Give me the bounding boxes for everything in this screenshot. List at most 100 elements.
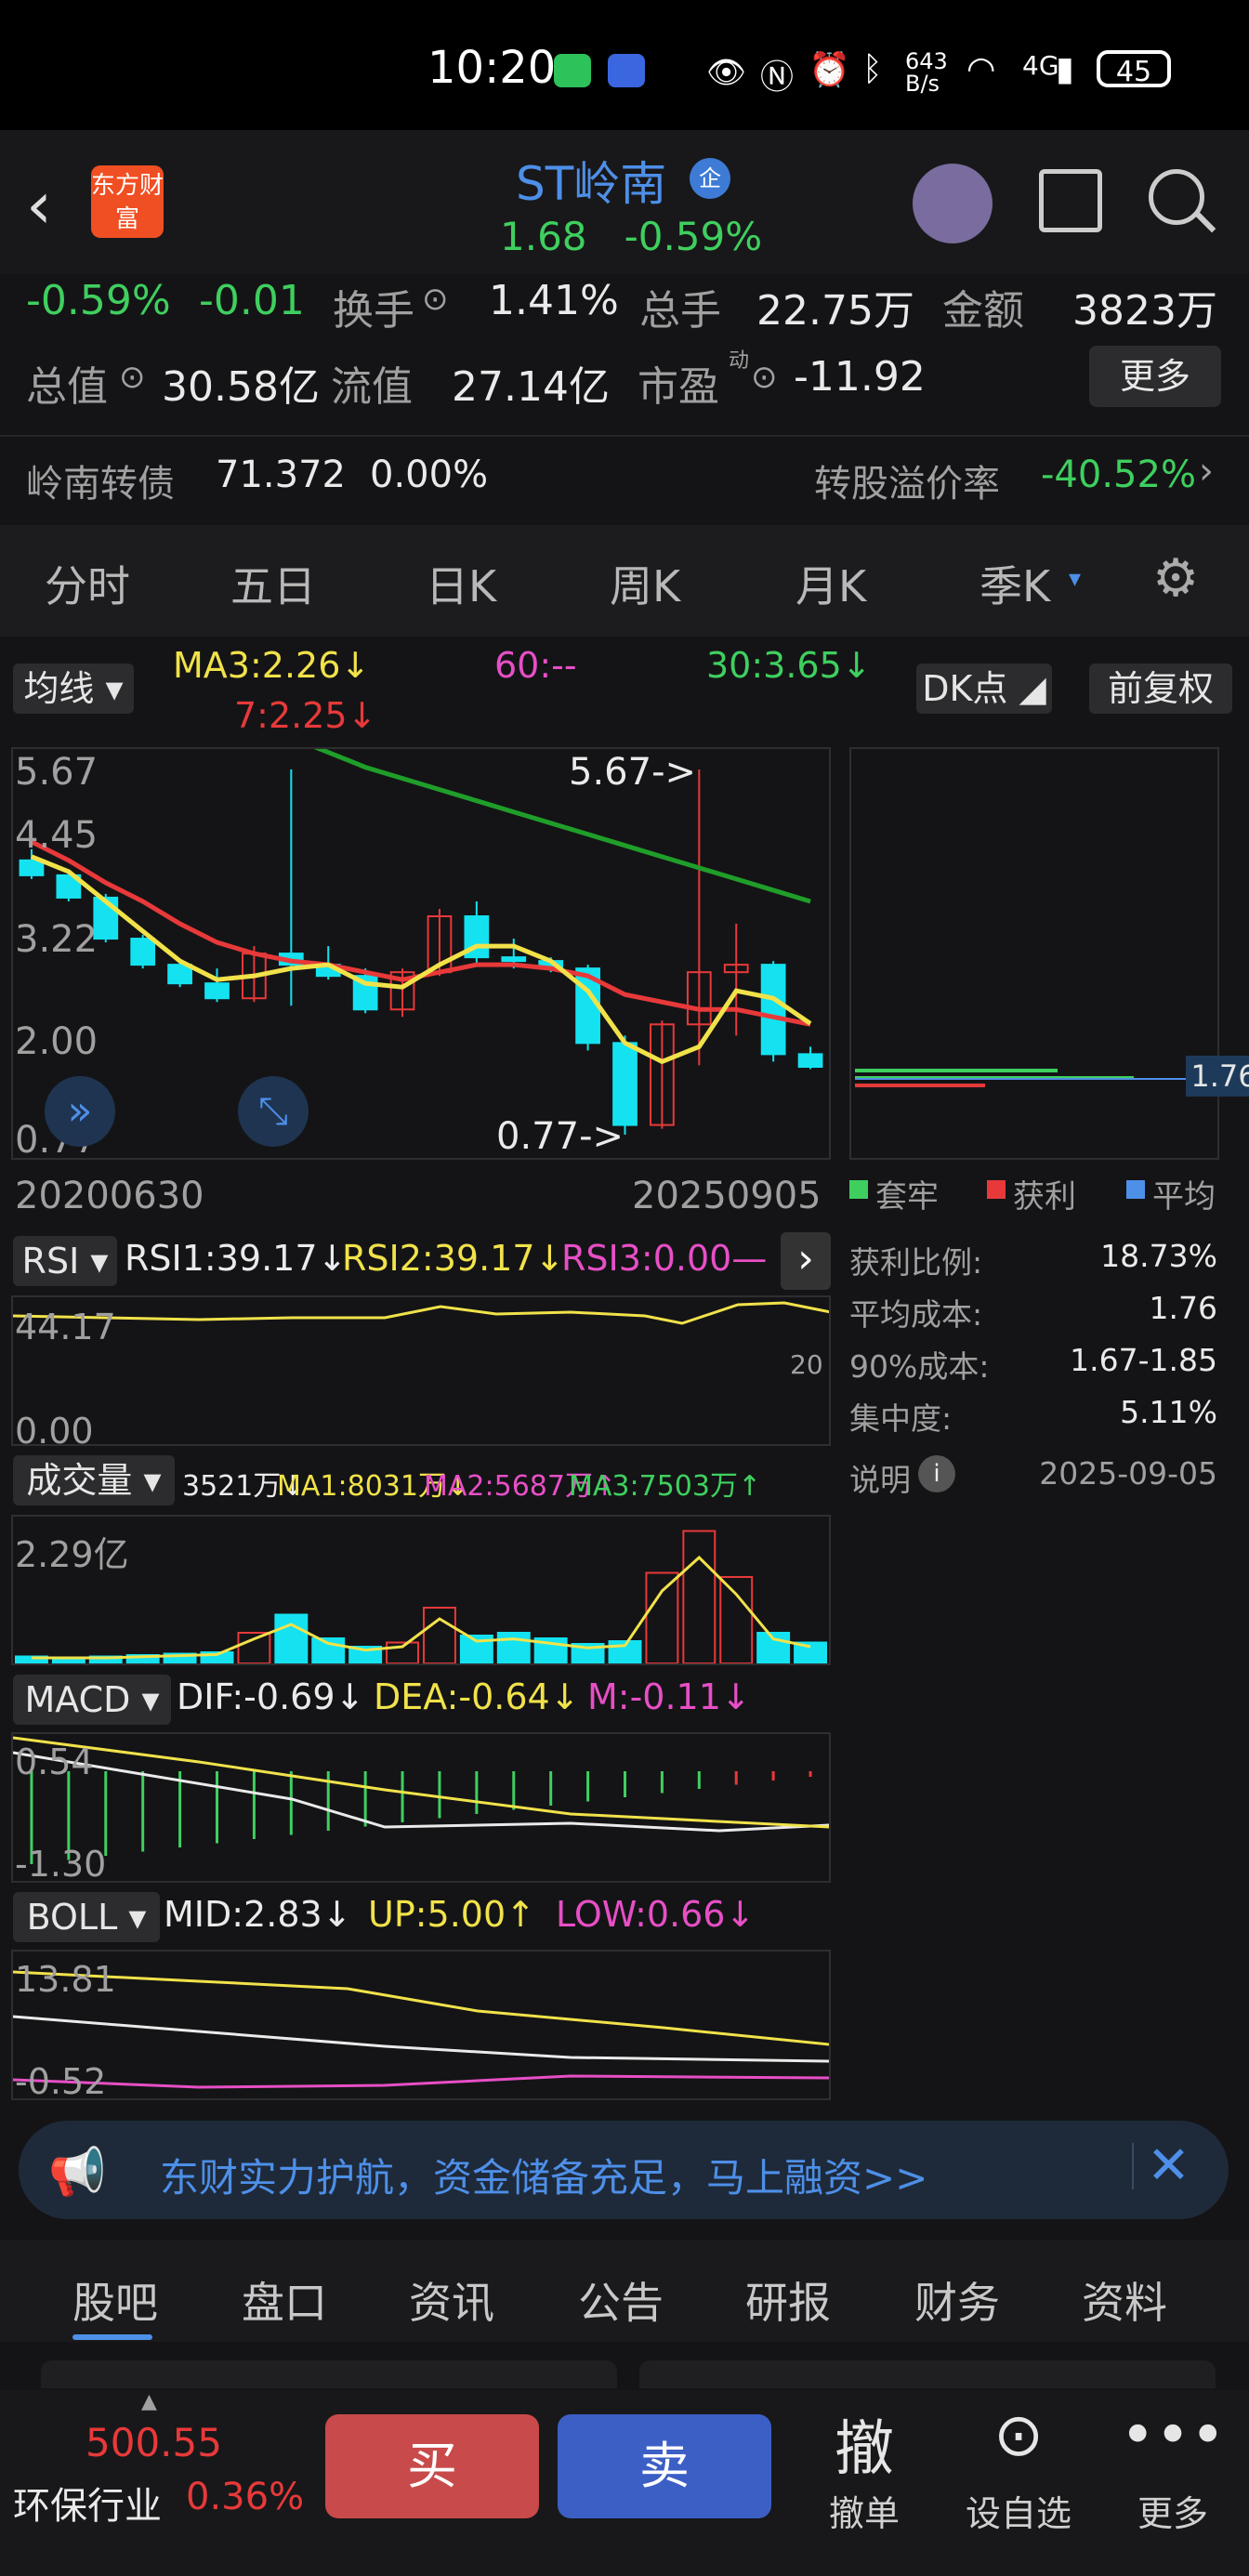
watchlist-icon[interactable]: ⊙ [963,2401,1074,2470]
kline-panel[interactable] [11,720,831,1160]
premium-label[interactable]: 转股溢价率 [814,453,1000,507]
battery-icon: 45 [1097,50,1171,88]
turnover-label: 换手 [333,287,414,335]
divider [0,435,1249,437]
ai-robot-icon[interactable] [913,164,993,243]
chip-row-label: 获利比例: [849,1244,983,1281]
vol-ma3-legend: MA3:7503万↑ [569,1470,762,1503]
chevron-right-icon[interactable]: › [781,1232,831,1290]
caret-down-icon[interactable]: ▾ [1069,565,1081,593]
promo-text[interactable]: 东财实力护航，资金储备充足，马上融资>> [160,2147,927,2203]
volume-label: 总手 [639,287,721,335]
ma30-line [253,720,811,904]
volume-panel[interactable] [11,1515,831,1665]
boll-selector-label: BOLL [26,1897,118,1938]
macd-panel[interactable] [11,1732,831,1883]
volume-bar [682,1530,717,1664]
info-icon[interactable]: ⊙ [422,281,449,318]
boll-panel[interactable] [11,1950,831,2100]
index-value[interactable]: 500.55 [85,2420,222,2465]
info-icon[interactable]: i [918,1455,955,1492]
tab-yuek[interactable]: 月K [795,553,866,614]
tab-gonggao[interactable]: 公告 [578,2269,664,2331]
chip-row-value: 5.11% [1120,1394,1217,1430]
status-time: 10:20 [427,42,557,94]
chip-panel[interactable]: 1.76 [849,747,1249,1160]
close-icon[interactable]: ✕ [1147,2136,1190,2196]
cancel-order-label[interactable]: 撤单 [799,2485,929,2536]
more-button[interactable]: 更多 [1089,346,1221,407]
chip-note-label[interactable]: 说明 [849,1455,911,1500]
more-dots-icon[interactable]: ••• [1117,2401,1229,2470]
volume-selector[interactable]: 成交量 ▾ [13,1455,175,1505]
dif-legend: DIF:-0.69↓ [177,1676,365,1717]
tab-guba[interactable]: 股吧 [72,2269,158,2331]
info-icon[interactable]: ⊙ [119,359,146,396]
legend-swatch-avg [1126,1180,1145,1199]
tab-wuri[interactable]: 五日 [230,553,316,614]
boll-up-legend: UP:5.00↑ [368,1894,535,1935]
gear-icon[interactable]: ⚙ [1152,548,1199,609]
y-tick: 3.22 [15,918,99,961]
pe-sup: 动 [729,349,750,373]
tab-fenshi[interactable]: 分时 [45,553,130,614]
ma3-legend: MA3:2.26↓ [173,645,371,686]
candle-body [19,859,45,876]
cancel-order-icon[interactable]: 撤 [809,2401,920,2487]
more-label[interactable]: 更多 [1108,2485,1238,2536]
ma-selector[interactable]: 均线 ▾ [13,664,134,714]
bond-name[interactable]: 岭南转债 [26,453,175,507]
dk-button[interactable]: DK点 ◢ [916,664,1052,714]
fullscreen-icon[interactable]: ⤡ [238,1076,309,1147]
rsi-right: 20 [790,1349,823,1380]
info-icon[interactable]: ⊙ [751,359,778,396]
turnover-value: 1.41% [489,277,619,324]
y-tick: 5.67 [15,751,99,794]
back-arrow-icon[interactable]: ‹ [26,167,52,243]
watchlist-label[interactable]: 设自选 [953,2485,1084,2536]
buy-button[interactable]: 买 [325,2414,539,2518]
tab-ziliao[interactable]: 资料 [1082,2269,1167,2331]
index-name[interactable]: 环保行业 [13,2476,162,2530]
tab-zixun[interactable]: 资讯 [409,2269,494,2331]
tab-caiwu[interactable]: 财务 [914,2269,1000,2331]
stock-title[interactable]: ST岭南 [516,147,666,214]
rsi-panel[interactable] [11,1295,832,1446]
tab-zhouk[interactable]: 周K [610,553,680,614]
candle-body [612,1042,638,1126]
macd-dif-line [12,1751,830,1833]
app-logo: 东方财富 [91,165,164,238]
macd-selector[interactable]: MACD ▾ [13,1675,171,1725]
chip-price-tag: 1.76 [1186,1056,1249,1097]
dea-legend: DEA:-0.64↓ [374,1676,580,1717]
content-card [639,2360,1216,2388]
boll-up-line [12,1970,830,2046]
chip-row-value: 18.73% [1100,1238,1217,1274]
tab-jik[interactable]: 季K [979,553,1050,614]
boll-selector[interactable]: BOLL ▾ [13,1892,160,1942]
boll-low-line [12,2074,830,2089]
tab-pankou[interactable]: 盘口 [242,2269,327,2331]
mktcap-label: 总值 [26,363,108,411]
amount-label: 金额 [942,287,1024,335]
chevron-right-icon[interactable]: › [1199,450,1214,493]
ma60-legend: 60:-- [494,645,577,686]
kline-chart [19,720,823,1135]
voice-app-icon [608,54,645,87]
share-icon[interactable] [1039,169,1102,232]
tab-yanbao[interactable]: 研报 [745,2269,831,2331]
rsi-selector[interactable]: RSI ▾ [13,1236,117,1286]
float-value: 27.14亿 [452,363,610,411]
boll-chart [12,1970,830,2089]
pe-label: 市盈 [638,363,719,411]
sell-button[interactable]: 卖 [558,2414,771,2518]
tab-rik[interactable]: 日K [426,553,496,614]
wifi-icon: ◠ [966,50,996,88]
low-annotation: 0.77-> [496,1115,624,1158]
bond-pct: 0.00% [370,453,489,496]
fq-button[interactable]: 前复权 [1089,664,1232,714]
expand-left-icon[interactable]: » [45,1076,115,1147]
signal-label: 4G [1022,50,1059,81]
volume-value: 22.75万 [756,287,914,335]
megaphone-icon: 📢 [48,2145,107,2199]
